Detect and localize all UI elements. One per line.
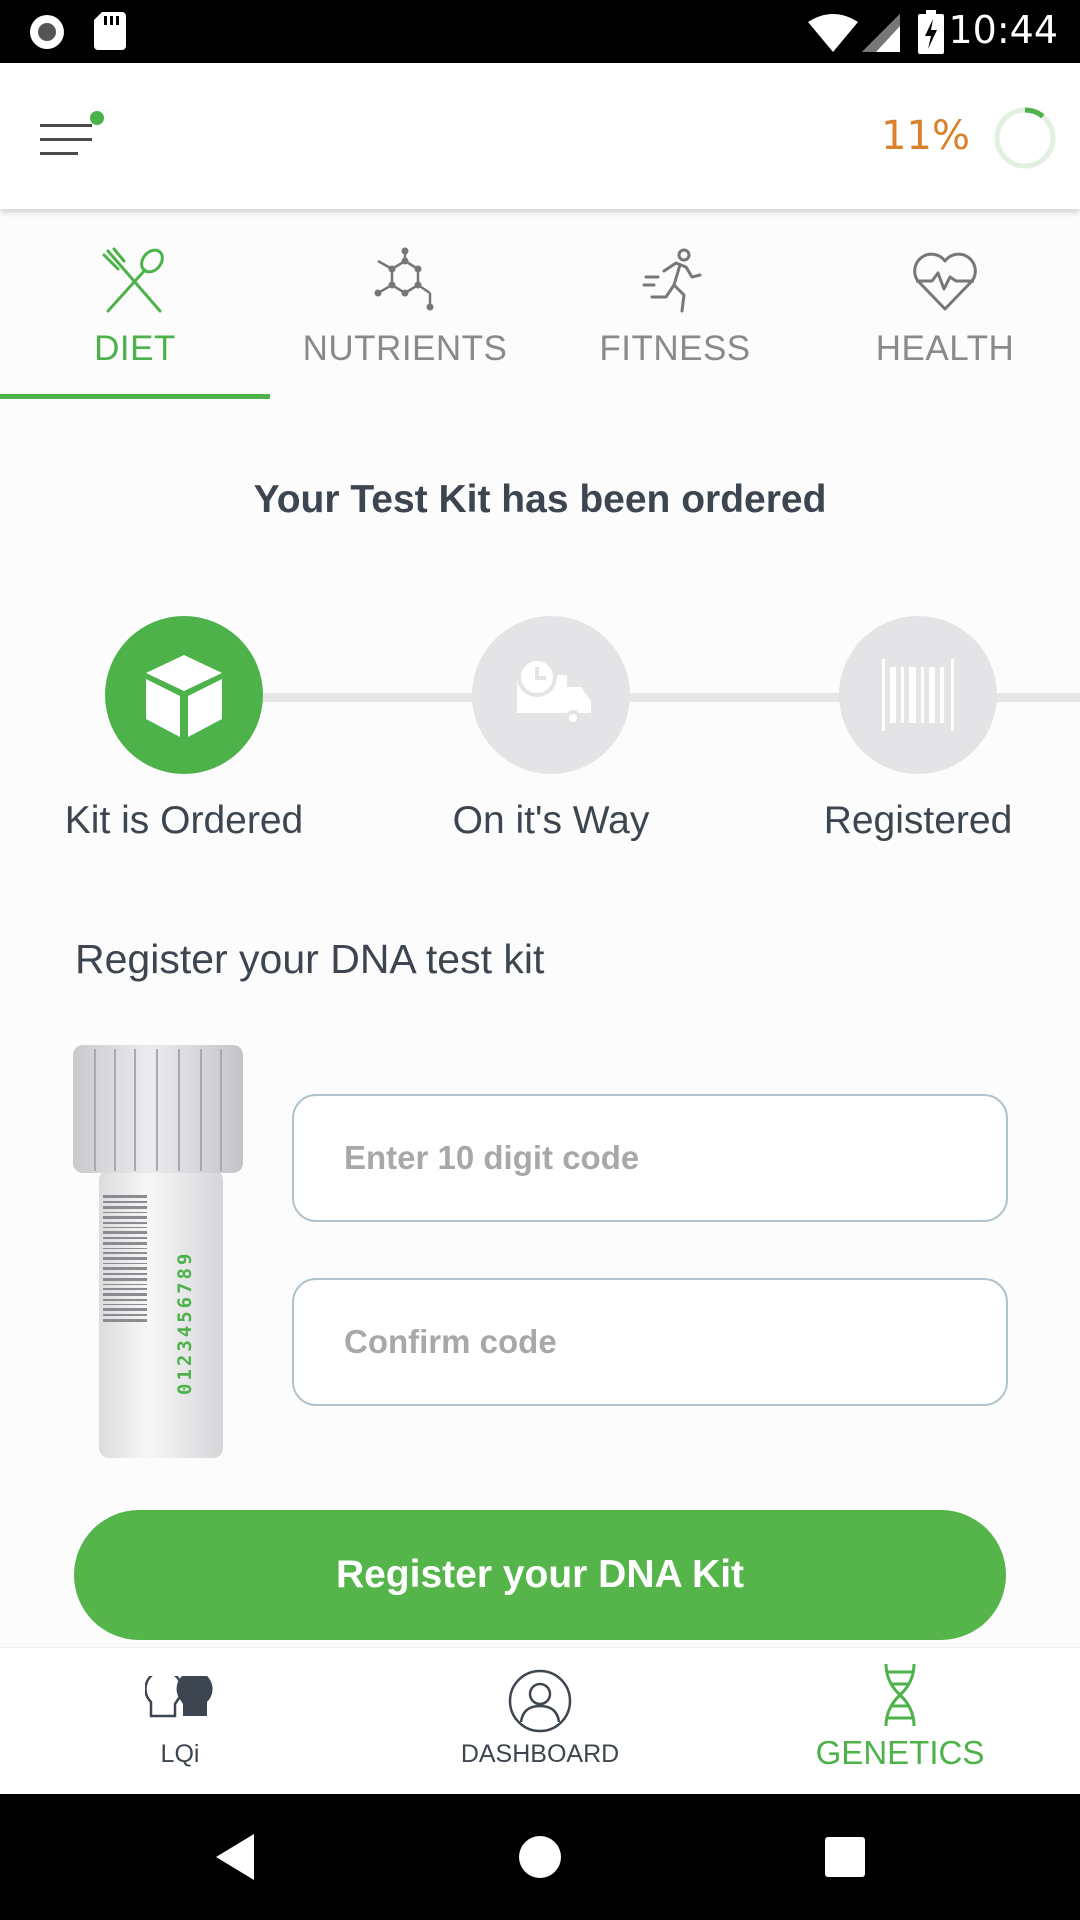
- tab-label: DIET: [94, 329, 176, 368]
- tab-health[interactable]: HEALTH: [810, 209, 1080, 399]
- signal-icon: [862, 14, 900, 52]
- battery-charging-icon: [918, 10, 944, 54]
- progress-percent: 11%: [881, 113, 970, 159]
- order-progress-steps: Kit is Ordered On it's Way Registered: [0, 616, 1080, 856]
- tube-barcode-bar: [103, 1212, 147, 1213]
- tube-barcode-bar: [103, 1304, 147, 1305]
- page-title: Your Test Kit has been ordered: [253, 478, 827, 521]
- confirm-code-input[interactable]: [292, 1278, 1008, 1406]
- nav-label: GENETICS: [815, 1734, 985, 1771]
- status-bar: 10:44: [0, 0, 1080, 63]
- nav-label: LQi: [160, 1740, 200, 1768]
- tube-barcode-bar: [103, 1248, 147, 1249]
- step-kit-ordered: [105, 616, 263, 774]
- bottom-navigation: LQi DASHBOARD GENETICS: [0, 1647, 1080, 1795]
- step-on-its-way: [472, 616, 630, 774]
- tab-label: NUTRIENTS: [302, 329, 508, 368]
- tube-barcode-bar: [103, 1201, 147, 1203]
- tube-barcode-bar: [103, 1314, 147, 1316]
- app-bar: 11%: [0, 63, 1080, 209]
- runner-icon: [642, 248, 702, 313]
- molecule-icon: [374, 247, 434, 311]
- clock-time: 10:44: [948, 8, 1058, 52]
- recents-icon[interactable]: [825, 1837, 865, 1877]
- category-tabs: DIET NUTRIENTS FITNESS HEALTH: [0, 209, 1080, 399]
- tube-barcode-bar: [103, 1308, 147, 1311]
- tube-barcode-bar: [103, 1319, 147, 1322]
- tube-barcode-bar: [103, 1293, 147, 1296]
- nav-item-genetics[interactable]: GENETICS: [720, 1648, 1080, 1795]
- tube-barcode-bar: [103, 1227, 147, 1228]
- heart-pulse-icon: [913, 252, 977, 311]
- tab-nutrients[interactable]: NUTRIENTS: [270, 209, 540, 399]
- menu-icon[interactable]: [30, 98, 110, 178]
- step-label: Registered: [823, 799, 1013, 842]
- box-icon: [146, 655, 222, 737]
- step-label: Kit is Ordered: [64, 799, 304, 842]
- dna-test-tube-illustration: 0123456789: [73, 1045, 243, 1458]
- tube-barcode-bar: [103, 1278, 147, 1281]
- profile-icon: [508, 1669, 572, 1733]
- sd-card-icon: [94, 12, 126, 50]
- heads-icon: [145, 1676, 213, 1718]
- step-registered: [839, 616, 997, 774]
- tube-barcode-bar: [103, 1231, 147, 1234]
- nav-item-dashboard[interactable]: DASHBOARD: [360, 1648, 720, 1795]
- tube-barcode-bar: [103, 1242, 147, 1245]
- register-section-title: Register your DNA test kit: [75, 936, 545, 982]
- tube-barcode-bar: [103, 1206, 147, 1209]
- step-label: On it's Way: [452, 799, 650, 842]
- barcode-icon: [882, 659, 954, 731]
- progress-ring: [994, 107, 1056, 169]
- delivery-truck-icon: [517, 657, 591, 726]
- tube-barcode-bar: [103, 1263, 147, 1264]
- step-connector: [624, 693, 864, 702]
- tube-barcode-bar: [103, 1222, 147, 1224]
- tab-label: FITNESS: [599, 329, 751, 368]
- tube-barcode-bar: [103, 1257, 147, 1260]
- tube-barcode-bar: [103, 1252, 147, 1254]
- nav-item-lqi[interactable]: LQi: [0, 1648, 360, 1795]
- dna-icon: [884, 1663, 916, 1727]
- fork-spoon-icon: [102, 247, 164, 313]
- code-input[interactable]: [292, 1094, 1008, 1222]
- tube-barcode-bar: [103, 1216, 147, 1219]
- system-navigation-bar: [0, 1794, 1080, 1920]
- tube-barcode-bar: [103, 1273, 147, 1275]
- wifi-icon: [808, 14, 858, 52]
- step-connector: [992, 693, 1080, 702]
- tube-barcode-bar: [103, 1299, 147, 1301]
- tab-fitness[interactable]: FITNESS: [540, 209, 810, 399]
- register-kit-button[interactable]: Register your DNA Kit: [74, 1510, 1006, 1640]
- tube-barcode-bar: [103, 1237, 147, 1239]
- back-icon[interactable]: [216, 1834, 256, 1880]
- tab-label: HEALTH: [875, 329, 1015, 368]
- tube-code-text: 0123456789: [174, 1251, 196, 1395]
- record-icon: [30, 15, 64, 49]
- tube-barcode-bar: [103, 1284, 147, 1285]
- tube-barcode-bar: [103, 1195, 147, 1198]
- nav-label: DASHBOARD: [460, 1740, 620, 1768]
- tube-barcode-bar: [103, 1267, 147, 1270]
- tab-diet[interactable]: DIET: [0, 209, 270, 399]
- tube-barcode-bar: [103, 1288, 147, 1290]
- home-icon[interactable]: [519, 1836, 561, 1878]
- step-connector: [256, 693, 496, 702]
- tab-active-indicator: [0, 394, 270, 399]
